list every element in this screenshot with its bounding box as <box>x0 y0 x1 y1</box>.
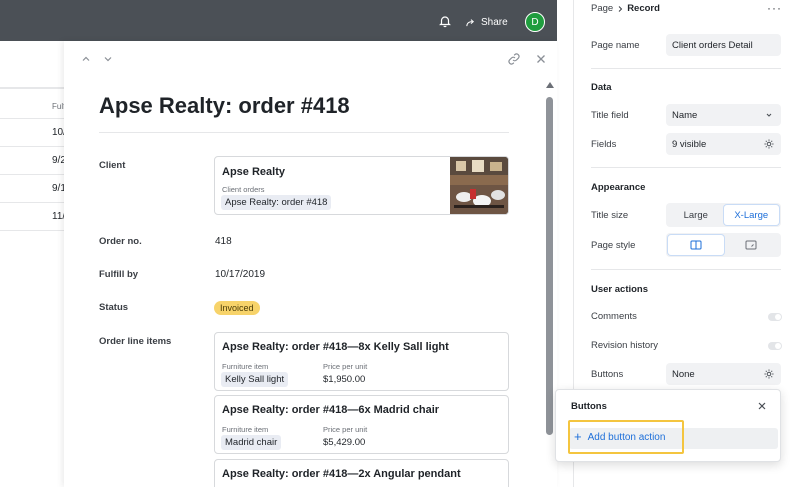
buttons-label: Buttons <box>591 369 624 380</box>
client-photo <box>450 157 508 214</box>
furniture-item-chip[interactable]: Kelly Sall light <box>221 372 289 387</box>
page-style-toggle <box>666 233 781 257</box>
section-divider <box>591 167 781 168</box>
revision-history-label: Revision history <box>591 340 659 351</box>
appearance-section-title: Appearance <box>591 182 646 193</box>
fields-selector[interactable]: 9 visible <box>666 133 781 155</box>
price-header: Price per unit <box>323 425 368 434</box>
close-icon[interactable] <box>756 400 768 412</box>
client-sub-label: Client orders <box>222 185 265 194</box>
user-actions-section-title: User actions <box>591 284 649 295</box>
chevron-up-icon[interactable] <box>79 53 93 65</box>
chevron-down-icon <box>766 113 772 117</box>
share-icon <box>466 18 475 26</box>
grid-divider <box>0 230 64 231</box>
grid-divider <box>0 88 64 89</box>
chevron-right-icon <box>618 5 623 12</box>
record-title: Apse Realty: order #418 <box>99 93 350 118</box>
order-no-label: Order no. <box>99 236 142 247</box>
grid-divider <box>0 174 64 175</box>
scrollbar-thumb[interactable] <box>546 97 553 435</box>
add-button-action-label: Add button action <box>587 431 666 443</box>
status-label: Status <box>99 302 129 313</box>
line-item-title: Apse Realty: order #418—8x Kelly Sall li… <box>222 341 449 353</box>
price-value: $5,429.00 <box>323 437 366 448</box>
revision-history-toggle[interactable] <box>768 342 782 350</box>
share-label: Share <box>481 16 508 28</box>
share-button[interactable]: Share <box>465 14 508 30</box>
more-options-icon[interactable]: ··· <box>767 1 782 15</box>
buttons-value: None <box>672 368 695 380</box>
breadcrumb: Page Record <box>591 3 660 14</box>
fields-label: Fields <box>591 139 617 150</box>
title-size-large-option[interactable]: Large <box>668 205 724 225</box>
fullscreen-layout-icon <box>745 240 757 250</box>
title-size-label: Title size <box>591 210 629 221</box>
line-item-card[interactable]: Apse Realty: order #418—8x Kelly Sall li… <box>214 332 509 391</box>
order-no-value: 418 <box>215 236 232 247</box>
title-field-select[interactable]: Name <box>666 104 781 126</box>
title-size-xlarge-option[interactable]: X-Large <box>723 205 779 225</box>
title-field-value: Name <box>672 109 698 121</box>
grid-divider <box>0 146 64 147</box>
fields-value: 9 visible <box>672 138 707 150</box>
comments-label: Comments <box>591 311 637 322</box>
page-name-label: Page name <box>591 40 640 51</box>
client-name: Apse Realty <box>222 166 285 178</box>
grid-divider <box>0 118 64 119</box>
title-field-label: Title field <box>591 110 629 121</box>
avatar[interactable]: D <box>525 12 545 32</box>
page-style-split-option[interactable] <box>668 235 724 255</box>
split-layout-icon <box>690 240 702 250</box>
chevron-down-icon[interactable] <box>101 53 115 65</box>
close-icon[interactable] <box>534 52 548 66</box>
fulfill-by-value: 10/17/2019 <box>215 269 266 280</box>
line-item-card[interactable]: Apse Realty: order #418—6x Madrid chair … <box>214 395 509 454</box>
breadcrumb-parent[interactable]: Page <box>591 3 613 14</box>
grid-divider <box>0 202 64 203</box>
furniture-item-header: Furniture item <box>222 425 269 434</box>
page-name-input[interactable]: Client orders Detail <box>666 34 781 56</box>
section-divider <box>591 269 781 270</box>
scroll-up-arrow[interactable] <box>546 82 554 88</box>
bell-icon[interactable] <box>438 14 452 28</box>
buttons-popover: Buttons + Add button action <box>555 389 781 462</box>
popover-title: Buttons <box>571 401 607 412</box>
grid-divider <box>0 87 64 88</box>
breadcrumb-current: Record <box>627 3 660 14</box>
line-item-title: Apse Realty: order #418—2x Angular penda… <box>222 468 461 480</box>
gear-icon <box>764 139 774 149</box>
price-value: $1,950.00 <box>323 374 366 385</box>
line-items-label: Order line items <box>99 336 172 347</box>
data-section-title: Data <box>591 82 612 93</box>
client-card[interactable]: Apse Realty Client orders Apse Realty: o… <box>214 156 509 215</box>
plus-icon: + <box>574 429 582 444</box>
buttons-selector[interactable]: None <box>666 363 781 385</box>
linked-record-chip[interactable]: Apse Realty: order #418 <box>221 195 332 210</box>
top-bar: Share D <box>0 0 557 41</box>
client-label: Client <box>99 160 126 171</box>
add-button-action-button[interactable]: + Add button action <box>568 420 684 454</box>
title-divider <box>99 132 509 133</box>
record-detail-modal: Apse Realty: order #418 Client Apse Real… <box>64 41 557 487</box>
link-icon[interactable] <box>507 52 521 66</box>
gear-icon <box>764 369 774 379</box>
price-header: Price per unit <box>323 362 368 371</box>
fulfill-by-label: Fulfill by <box>99 269 139 280</box>
furniture-item-chip[interactable]: Madrid chair <box>221 435 282 450</box>
line-item-title: Apse Realty: order #418—6x Madrid chair <box>222 404 440 416</box>
comments-toggle[interactable] <box>768 313 782 321</box>
title-size-toggle: Large X-Large <box>666 203 781 227</box>
page-name-value: Client orders Detail <box>672 39 753 51</box>
status-badge: Invoiced <box>214 301 260 315</box>
line-item-card[interactable]: Apse Realty: order #418—2x Angular penda… <box>214 459 509 487</box>
furniture-item-header: Furniture item <box>222 362 269 371</box>
page-style-label: Page style <box>591 240 636 251</box>
section-divider <box>591 68 781 69</box>
page-style-full-option[interactable] <box>724 235 780 255</box>
